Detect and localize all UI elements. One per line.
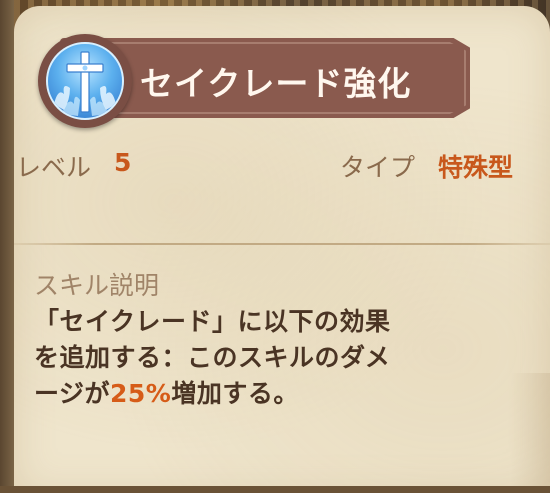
- bottom-edge: [0, 486, 550, 493]
- level-label: レベル: [16, 153, 92, 182]
- level-value: 5: [114, 148, 132, 177]
- description-line: ージが25%増加する。: [34, 376, 504, 412]
- left-edge-border: [0, 0, 14, 493]
- description-heading: スキル説明: [34, 271, 160, 300]
- description-text: ージが: [34, 379, 111, 408]
- panel-shading: [510, 373, 550, 493]
- type-value: 特殊型: [438, 153, 514, 182]
- skill-description: 「セイクレード」に以下の効果 を追加する：このスキルのダメ ージが25%増加する…: [34, 304, 504, 412]
- holy-cross-icon[interactable]: [46, 42, 124, 120]
- description-line: 「セイクレード」に以下の効果: [34, 307, 391, 336]
- description-text: 増加する。: [171, 379, 299, 408]
- section-divider: [14, 243, 550, 245]
- description-line: を追加する：このスキルのダメ: [34, 343, 391, 372]
- skill-title: セイクレード強化: [140, 64, 412, 103]
- damage-bonus-value: 25%: [110, 379, 172, 408]
- skill-detail-window: セイクレード強化 レベル 5 タイプ 特殊型 スキル説明 「セイクレード」に以下…: [0, 0, 550, 493]
- type-label: タイプ: [340, 153, 416, 182]
